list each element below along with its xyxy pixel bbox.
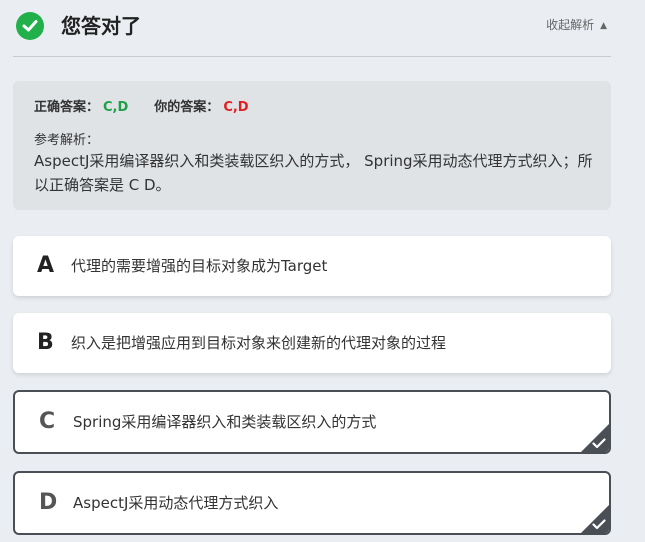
correct-answer-label: 正确答案： xyxy=(34,100,100,115)
option-text: Spring采用编译器织入和类装载区织入的方式 xyxy=(73,413,377,431)
option-text: 代理的需要增强的目标对象成为Target xyxy=(71,257,328,275)
option-letter: C xyxy=(39,409,56,434)
caret-up-icon: ▲ xyxy=(600,21,607,31)
option-c[interactable]: C Spring采用编译器织入和类装载区织入的方式 xyxy=(13,390,611,454)
option-letter: A xyxy=(37,253,55,278)
success-check-icon xyxy=(16,12,44,40)
result-title: 您答对了 xyxy=(61,14,141,38)
option-text: 织入是把增强应用到目标对象来创建新的代理对象的过程 xyxy=(71,334,447,352)
collapse-analysis-button[interactable]: 收起解析 ▲ xyxy=(546,17,607,34)
your-answer-value: C,D xyxy=(223,100,249,115)
explanation-label: 参考解析： xyxy=(34,133,100,148)
correct-answer-value: C,D xyxy=(103,100,129,115)
option-d[interactable]: D AspectJ采用动态代理方式织入 xyxy=(13,471,611,535)
selected-check-icon xyxy=(592,519,606,530)
explanation-text: AspectJ采用编译器织入和类装载区织入的方式， Spring采用动态代理方式… xyxy=(34,152,593,194)
answer-row: 正确答案： C,D 你的答案： C,D xyxy=(34,99,249,117)
your-answer-label: 你的答案： xyxy=(154,100,220,115)
option-text: AspectJ采用动态代理方式织入 xyxy=(73,494,279,512)
collapse-label: 收起解析 xyxy=(546,18,595,32)
option-letter: B xyxy=(37,330,54,355)
option-b[interactable]: B 织入是把增强应用到目标对象来创建新的代理对象的过程 xyxy=(13,313,611,373)
selected-check-icon xyxy=(592,438,606,449)
option-letter: D xyxy=(39,490,58,515)
option-a[interactable]: A 代理的需要增强的目标对象成为Target xyxy=(13,236,611,296)
analysis-panel: 正确答案： C,D 你的答案： C,D 参考解析： AspectJ采用编译器织入和类装… xyxy=(13,81,611,210)
result-header: 您答对了 收起解析 ▲ xyxy=(13,8,611,57)
